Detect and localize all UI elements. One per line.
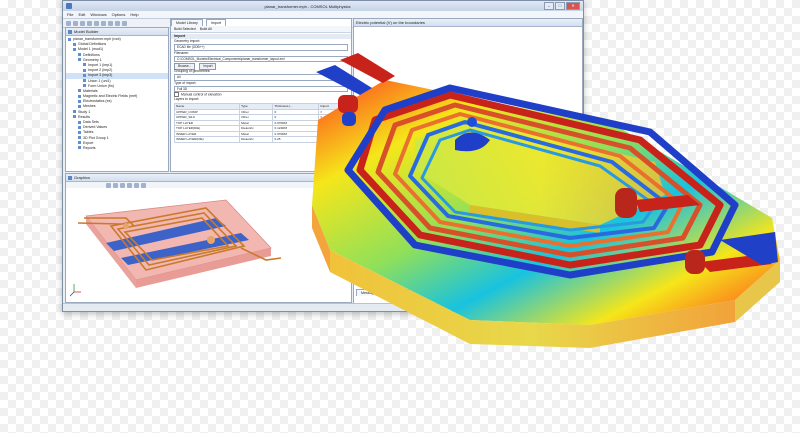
electric-potential-plot[interactable] — [0, 0, 800, 433]
